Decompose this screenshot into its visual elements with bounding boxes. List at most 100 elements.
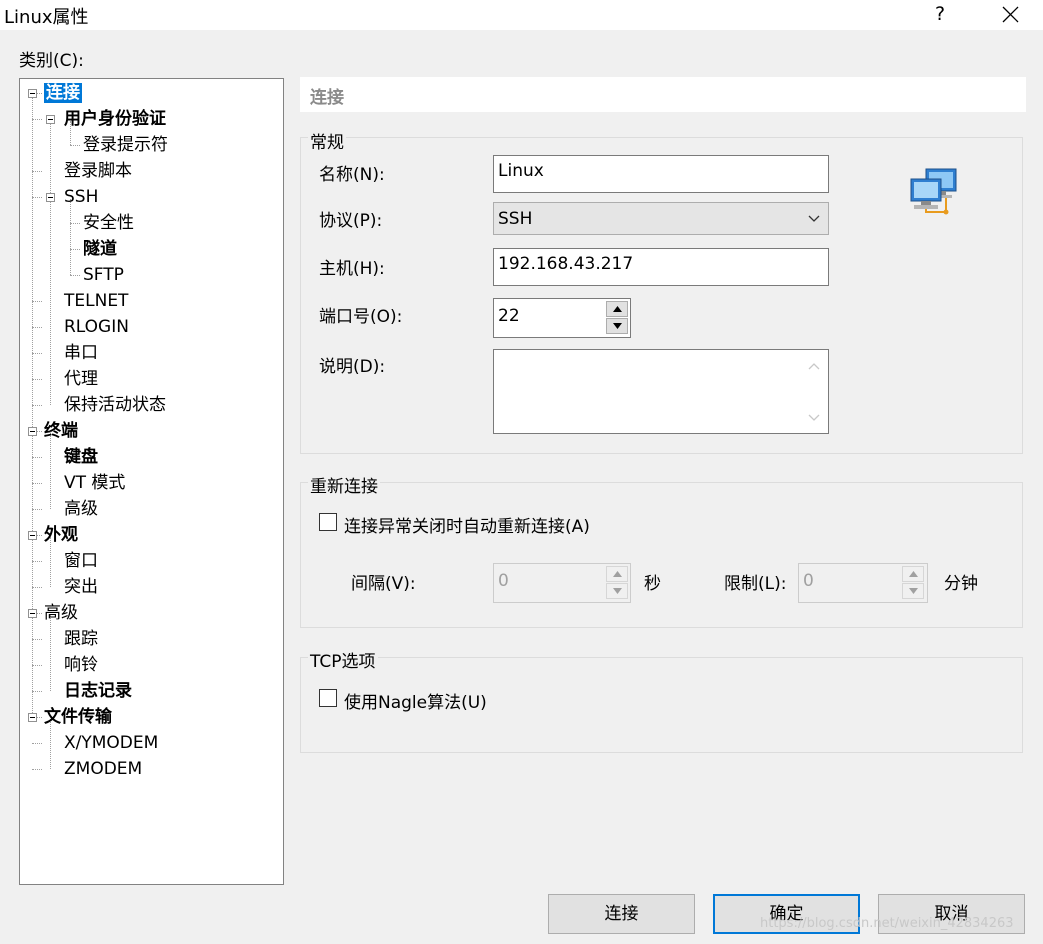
connect-button[interactable]: 连接 <box>548 894 695 934</box>
tree-item[interactable]: 安全性 <box>83 211 134 235</box>
close-icon <box>1002 6 1019 23</box>
protocol-select[interactable]: SSH <box>493 202 829 235</box>
tree-item[interactable]: 窗口 <box>64 549 98 573</box>
tree-item-label: 连接 <box>44 83 82 103</box>
tree-connector <box>32 119 42 120</box>
tree-guide-line <box>50 615 51 691</box>
tree-collapse-icon[interactable] <box>46 115 55 124</box>
tree-item[interactable]: 文件传输 <box>44 705 112 729</box>
tree-item[interactable]: 跟踪 <box>64 627 98 651</box>
tree-item[interactable]: 突出 <box>64 575 98 599</box>
general-group-title: 常规 <box>308 128 346 153</box>
tree-collapse-icon[interactable] <box>28 427 37 436</box>
tree-item[interactable]: 终端 <box>44 419 78 443</box>
tree-connector <box>32 691 42 692</box>
tree-item-label: TELNET <box>64 291 129 311</box>
tcp-group-title: TCP选项 <box>308 647 378 672</box>
tree-item[interactable]: ZMODEM <box>64 757 142 781</box>
tree-connector <box>32 353 42 354</box>
arrow-up-icon <box>613 306 622 312</box>
port-up-button[interactable] <box>606 301 628 317</box>
tree-item-label: 跟踪 <box>64 629 98 649</box>
tree-item[interactable]: SFTP <box>83 263 124 287</box>
name-label: 名称(N): <box>319 165 385 185</box>
tree-item[interactable]: 登录脚本 <box>64 159 132 183</box>
port-spinner[interactable] <box>606 301 628 335</box>
tree-item-label: 高级 <box>64 499 98 519</box>
close-button[interactable] <box>990 0 1030 28</box>
tree-item[interactable]: 代理 <box>64 367 98 391</box>
tree-item[interactable]: 串口 <box>64 341 98 365</box>
tree-guide-line <box>50 433 51 509</box>
limit-down-button <box>902 583 924 599</box>
chevron-down-icon <box>808 215 820 222</box>
tree-item[interactable]: VT 模式 <box>64 471 125 495</box>
tree-item-label: 隧道 <box>83 239 117 259</box>
auto-reconnect-label[interactable]: 连接异常关闭时自动重新连接(A) <box>344 512 590 537</box>
interval-label: 间隔(V): <box>351 574 416 594</box>
tree-connector <box>70 145 80 146</box>
tree-collapse-icon[interactable] <box>28 89 37 98</box>
tree-guide-line <box>70 199 71 275</box>
category-label: 类别(C): <box>19 51 84 71</box>
description-label: 说明(D): <box>319 357 386 377</box>
tree-item-label: 日志记录 <box>64 681 132 701</box>
tree-collapse-icon[interactable] <box>28 713 37 722</box>
tree-item[interactable]: 高级 <box>44 601 78 625</box>
interval-spinner <box>606 566 628 600</box>
tree-item-label: 用户身份验证 <box>64 109 166 129</box>
tree-item-label: 登录提示符 <box>83 135 168 155</box>
reconnect-group <box>300 482 1023 628</box>
tree-item-label: 串口 <box>64 343 98 363</box>
scroll-down-icon[interactable] <box>808 414 820 422</box>
tree-item[interactable]: RLOGIN <box>64 315 129 339</box>
tree-item-label: 键盘 <box>64 447 98 467</box>
tree-item[interactable]: 响铃 <box>64 653 98 677</box>
arrow-down-icon <box>613 588 622 594</box>
tree-item[interactable]: 日志记录 <box>64 679 132 703</box>
tree-item[interactable]: 登录提示符 <box>83 133 168 157</box>
name-field[interactable]: Linux <box>493 155 829 193</box>
tree-collapse-icon[interactable] <box>28 531 37 540</box>
tree-item-label: 高级 <box>44 603 78 623</box>
tree-item[interactable]: 保持活动状态 <box>64 393 166 417</box>
port-down-button[interactable] <box>606 318 628 334</box>
tree-item[interactable]: 连接 <box>44 81 82 105</box>
tree-item-label: 安全性 <box>83 213 134 233</box>
tree-item[interactable]: TELNET <box>64 289 128 313</box>
tree-item-label: ZMODEM <box>64 759 143 779</box>
tree-connector <box>32 769 42 770</box>
protocol-value: SSH <box>498 209 533 229</box>
scroll-up-icon[interactable] <box>808 362 820 370</box>
tree-item[interactable]: SSH <box>64 185 98 209</box>
tree-item[interactable]: 键盘 <box>64 445 98 469</box>
tree-item[interactable]: 外观 <box>44 523 78 547</box>
window-title: Linux属性 <box>4 7 89 28</box>
tree-collapse-icon[interactable] <box>28 609 37 618</box>
host-label: 主机(H): <box>319 259 385 279</box>
nagle-checkbox[interactable] <box>319 689 337 707</box>
tree-item[interactable]: 用户身份验证 <box>64 107 166 131</box>
tree-item-label: 代理 <box>64 369 98 389</box>
tree-item[interactable]: X/YMODEM <box>64 731 158 755</box>
category-tree[interactable]: 连接用户身份验证登录提示符登录脚本 SSH 安全性隧道 SFTP TELNET RLOGI… <box>19 78 284 885</box>
tree-item[interactable]: 隧道 <box>83 237 117 261</box>
tree-connector <box>32 587 42 588</box>
tree-connector <box>32 405 42 406</box>
tree-guide-line <box>50 121 51 405</box>
tree-item[interactable]: 高级 <box>64 497 98 521</box>
description-field[interactable] <box>493 349 829 434</box>
nagle-label[interactable]: 使用Nagle算法(U) <box>344 688 487 713</box>
tree-connector <box>32 561 42 562</box>
title-bar: Linux属性 ? <box>0 0 1043 30</box>
host-field[interactable]: 192.168.43.217 <box>493 248 829 286</box>
limit-up-button <box>902 566 924 582</box>
limit-label: 限制(L): <box>724 574 787 594</box>
page-header: 连接 <box>300 77 1026 112</box>
help-button[interactable]: ? <box>925 0 955 28</box>
tree-item-label: 文件传输 <box>44 707 112 727</box>
tree-connector <box>32 743 42 744</box>
tree-item-label: VT 模式 <box>64 473 126 493</box>
tree-collapse-icon[interactable] <box>46 193 55 202</box>
auto-reconnect-checkbox[interactable] <box>319 513 337 531</box>
